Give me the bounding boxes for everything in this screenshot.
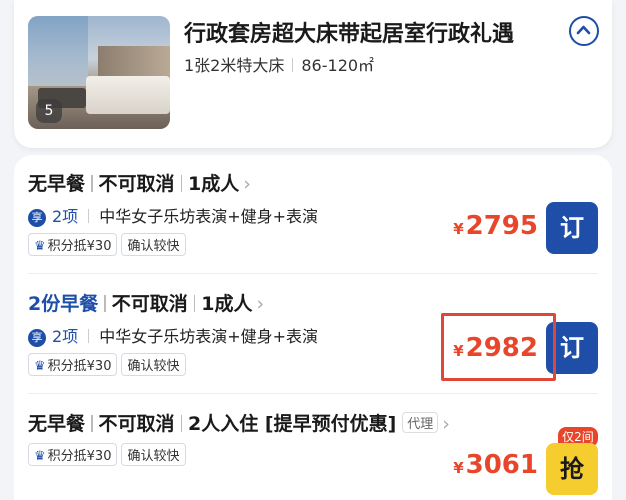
points-chip: ♛ 积分抵¥30 [28, 353, 118, 376]
currency-symbol: ¥ [453, 220, 464, 238]
row-divider [28, 393, 598, 394]
guest-count: 1成人 [188, 173, 240, 195]
divider [180, 175, 183, 192]
highlight-annotation [441, 313, 556, 381]
divider [91, 175, 93, 192]
rate-plan-row[interactable]: 无早餐 不可取消 2人入住 [提早预付优惠] 代理 › ♛ 积分抵¥30 确认较快 ¥306… [14, 395, 612, 500]
room-photo[interactable]: 5 [28, 16, 170, 129]
cancel-policy: 不可取消 [98, 173, 175, 195]
points-text: 积分抵¥30 [47, 239, 112, 254]
rate-plan-summary[interactable]: 无早餐 不可取消 2人入住 [提早预付优惠] 代理 › [28, 409, 450, 436]
guest-count: 1成人 [201, 293, 253, 315]
photo-window [28, 16, 88, 86]
grab-button[interactable]: 抢 [546, 443, 598, 495]
guest-count: 2人入住 [188, 413, 259, 435]
perk-description: 中华女子乐坊表演+健身+表演 [99, 207, 319, 226]
points-chip: ♛ 积分抵¥30 [28, 233, 118, 256]
chevron-right-icon: › [256, 293, 265, 315]
tags-line: ♛ 积分抵¥30 确认较快 [28, 443, 190, 466]
currency-symbol: ¥ [453, 459, 464, 477]
divider [88, 329, 90, 343]
price: ¥2795 [453, 211, 538, 241]
divider [193, 295, 196, 312]
room-specs: 1张2米特大床 86-120㎡ [184, 52, 374, 76]
divider [88, 209, 90, 223]
room-header-card: 5 行政套房超大床带起居室行政礼遇 1张2米特大床 86-120㎡ [14, 0, 612, 148]
tags-line: ♛ 积分抵¥30 确认较快 [28, 353, 190, 376]
chevron-up-icon [576, 25, 591, 35]
photo-count-badge: 5 [36, 99, 62, 123]
breakfast-label: 无早餐 [28, 413, 86, 435]
bed-type: 1张2米特大床 [184, 56, 285, 75]
rate-plan-summary[interactable]: 2份早餐 不可取消 1成人 › [28, 289, 264, 316]
confirm-chip: 确认较快 [121, 353, 186, 376]
price-value: 3061 [465, 450, 538, 480]
points-text: 积分抵¥30 [47, 449, 112, 464]
rate-plan-row[interactable]: 无早餐 不可取消 1成人 › 享 2项 中华女子乐坊表演+健身+表演 ♛ 积分抵¥30 确认较… [14, 155, 612, 273]
divider [180, 415, 183, 432]
row-divider [28, 273, 598, 274]
book-button[interactable]: 订 [546, 202, 598, 254]
perk-count: 2项 [52, 207, 79, 226]
divider [91, 415, 93, 432]
tags-line: ♛ 积分抵¥30 确认较快 [28, 233, 190, 256]
room-title: 行政套房超大床带起居室行政礼遇 [184, 22, 515, 47]
crown-icon: ♛ [34, 359, 46, 374]
crown-icon: ♛ [34, 449, 46, 464]
price-value: 2795 [465, 211, 538, 241]
perk-count: 2项 [52, 327, 79, 346]
chevron-right-icon: › [442, 413, 450, 435]
perks-line: 享 2项 中华女子乐坊表演+健身+表演 [28, 203, 318, 227]
breakfast-label: 2份早餐 [28, 293, 99, 315]
breakfast-label: 无早餐 [28, 173, 86, 195]
points-text: 积分抵¥30 [47, 359, 112, 374]
confirm-chip: 确认较快 [121, 443, 186, 466]
rate-plan-summary[interactable]: 无早餐 不可取消 1成人 › [28, 169, 251, 196]
promo-label: [提早预付优惠] [264, 413, 397, 435]
agent-tag: 代理 [402, 412, 439, 433]
collapse-button[interactable] [569, 16, 599, 46]
chevron-right-icon: › [243, 173, 251, 195]
cancel-policy: 不可取消 [111, 293, 188, 315]
photo-bed [86, 76, 170, 114]
crown-icon: ♛ [34, 239, 46, 254]
perk-icon: 享 [28, 209, 46, 227]
confirm-chip: 确认较快 [121, 233, 186, 256]
perk-description: 中华女子乐坊表演+健身+表演 [99, 327, 319, 346]
perk-icon: 享 [28, 329, 46, 347]
divider [292, 58, 294, 72]
room-area: 86-120㎡ [301, 56, 375, 75]
cancel-policy: 不可取消 [98, 413, 175, 435]
points-chip: ♛ 积分抵¥30 [28, 443, 118, 466]
price: ¥3061 [453, 450, 538, 480]
perks-line: 享 2项 中华女子乐坊表演+健身+表演 [28, 323, 318, 347]
photo-headboard [98, 46, 170, 80]
divider [104, 295, 106, 312]
